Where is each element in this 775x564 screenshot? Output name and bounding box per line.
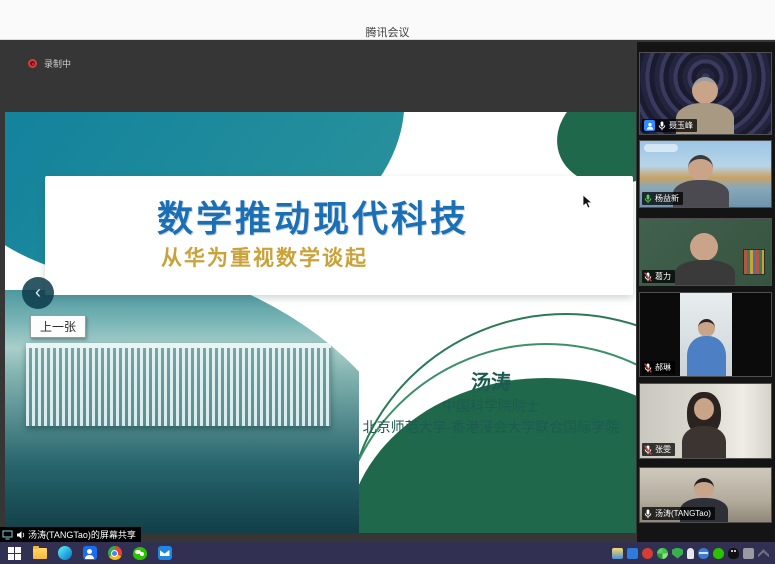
share-banner-label: 汤涛(TANGTao)的屏幕共享 xyxy=(28,528,136,541)
participant-video xyxy=(692,77,718,104)
tencent-meeting-icon[interactable] xyxy=(82,546,97,561)
tray-folder-icon[interactable] xyxy=(612,548,623,559)
mic-muted-icon xyxy=(644,363,652,373)
participant-name: 聂玉峰 xyxy=(669,120,693,131)
bookshelf xyxy=(743,249,765,275)
tray-wechat-icon[interactable] xyxy=(713,548,724,559)
participant-name-label: 葛力 xyxy=(642,270,675,283)
participant-video xyxy=(698,319,715,337)
slide-title: 数学推动现代科技 xyxy=(157,190,469,242)
previous-slide-button[interactable]: ‹ xyxy=(22,277,54,309)
previous-slide-tooltip: 上一张 xyxy=(30,315,86,338)
mail-app-icon[interactable] xyxy=(157,546,172,561)
chrome-browser-icon[interactable] xyxy=(107,546,122,561)
slide-subtitle: 从华为重视数学谈起 xyxy=(161,242,368,272)
tray-qq-icon[interactable] xyxy=(728,548,739,559)
participant-video xyxy=(690,233,718,261)
recording-indicator: 录制中 xyxy=(28,57,71,70)
participant-tile-3[interactable]: 葛力 xyxy=(639,218,772,286)
participant-name: 张雯 xyxy=(655,444,671,455)
participant-tile-2[interactable]: 杨益新 xyxy=(639,140,772,208)
participant-tile-6[interactable]: 汤涛(TANGTao) xyxy=(639,467,772,523)
participant-tile-4[interactable]: 郝琳 xyxy=(639,292,772,377)
tray-docs-icon[interactable] xyxy=(627,548,638,559)
participant-name-label: 聂玉峰 xyxy=(642,119,697,132)
tray-more-icon[interactable] xyxy=(758,548,769,559)
participant-video xyxy=(688,155,713,181)
participants-sidebar: 聂玉峰 杨益新 葛力 xyxy=(637,42,775,542)
tray-globe-icon[interactable] xyxy=(698,548,709,559)
participant-name-label: 汤涛(TANGTao) xyxy=(642,507,715,520)
participant-tile-5[interactable]: 张雯 xyxy=(639,383,772,459)
desktop-screen: 腾讯会议 录制中 数学推动现代科技 从华为重视数学谈起 汤涛 中国科学院院士 北… xyxy=(0,0,775,564)
tray-pinwheel-icon[interactable] xyxy=(657,548,668,559)
mic-muted-icon xyxy=(644,445,652,455)
taskbar-left xyxy=(0,546,172,561)
mic-speaking-icon xyxy=(644,194,652,204)
campus-building xyxy=(26,343,330,426)
window-titlebar: 腾讯会议 xyxy=(0,0,775,40)
start-button-icon[interactable] xyxy=(7,546,22,561)
speaker-title: 中国科学院院士 xyxy=(335,396,636,417)
edge-browser-icon[interactable] xyxy=(57,546,72,561)
system-tray xyxy=(612,548,775,559)
participant-name-label: 杨益新 xyxy=(642,192,683,205)
participant-video xyxy=(675,260,735,286)
mouse-cursor xyxy=(582,194,594,210)
tray-shield-icon[interactable] xyxy=(672,548,683,559)
window-title: 腾讯会议 xyxy=(0,24,775,40)
participant-name: 郝琳 xyxy=(655,362,671,373)
screen-share-icon xyxy=(2,530,13,540)
screen-share-banner: 汤涛(TANGTao)的屏幕共享 xyxy=(0,527,141,542)
tray-mic-icon[interactable] xyxy=(687,548,694,559)
participant-name: 汤涛(TANGTao) xyxy=(655,508,711,519)
file-explorer-icon[interactable] xyxy=(32,546,47,561)
mic-muted-icon xyxy=(644,272,652,282)
wechat-icon[interactable] xyxy=(132,546,147,561)
participant-name: 葛力 xyxy=(655,271,671,282)
speaker-affiliation: 北京师范大学-香港浸会大学联合国际学院 xyxy=(335,417,636,438)
speaker-name: 汤涛 xyxy=(335,370,636,396)
active-speaker-badge-icon xyxy=(644,120,655,131)
participant-name: 杨益新 xyxy=(655,193,679,204)
participant-name-label: 郝琳 xyxy=(642,361,675,374)
recording-label: 录制中 xyxy=(44,57,71,70)
participant-name-label: 张雯 xyxy=(642,443,675,456)
participant-video xyxy=(694,478,714,498)
participant-video xyxy=(694,398,714,420)
windows-taskbar xyxy=(0,542,775,564)
participant-video xyxy=(687,336,726,377)
shared-slide: 数学推动现代科技 从华为重视数学谈起 汤涛 中国科学院院士 北京师范大学-香港浸… xyxy=(5,112,636,533)
tray-printer-icon[interactable] xyxy=(743,548,754,559)
participant-tile-1[interactable]: 聂玉峰 xyxy=(639,52,772,135)
speaker-block: 汤涛 中国科学院院士 北京师范大学-香港浸会大学联合国际学院 xyxy=(335,370,636,438)
mic-on-icon xyxy=(644,509,652,519)
university-logo xyxy=(644,144,678,152)
slide-title-card: 数学推动现代科技 从华为重视数学谈起 xyxy=(45,176,633,295)
audio-icon xyxy=(16,530,25,540)
recording-dot-icon xyxy=(28,59,37,68)
tray-alert-icon[interactable] xyxy=(642,548,653,559)
mic-on-icon xyxy=(658,121,666,131)
participant-video xyxy=(682,426,726,459)
